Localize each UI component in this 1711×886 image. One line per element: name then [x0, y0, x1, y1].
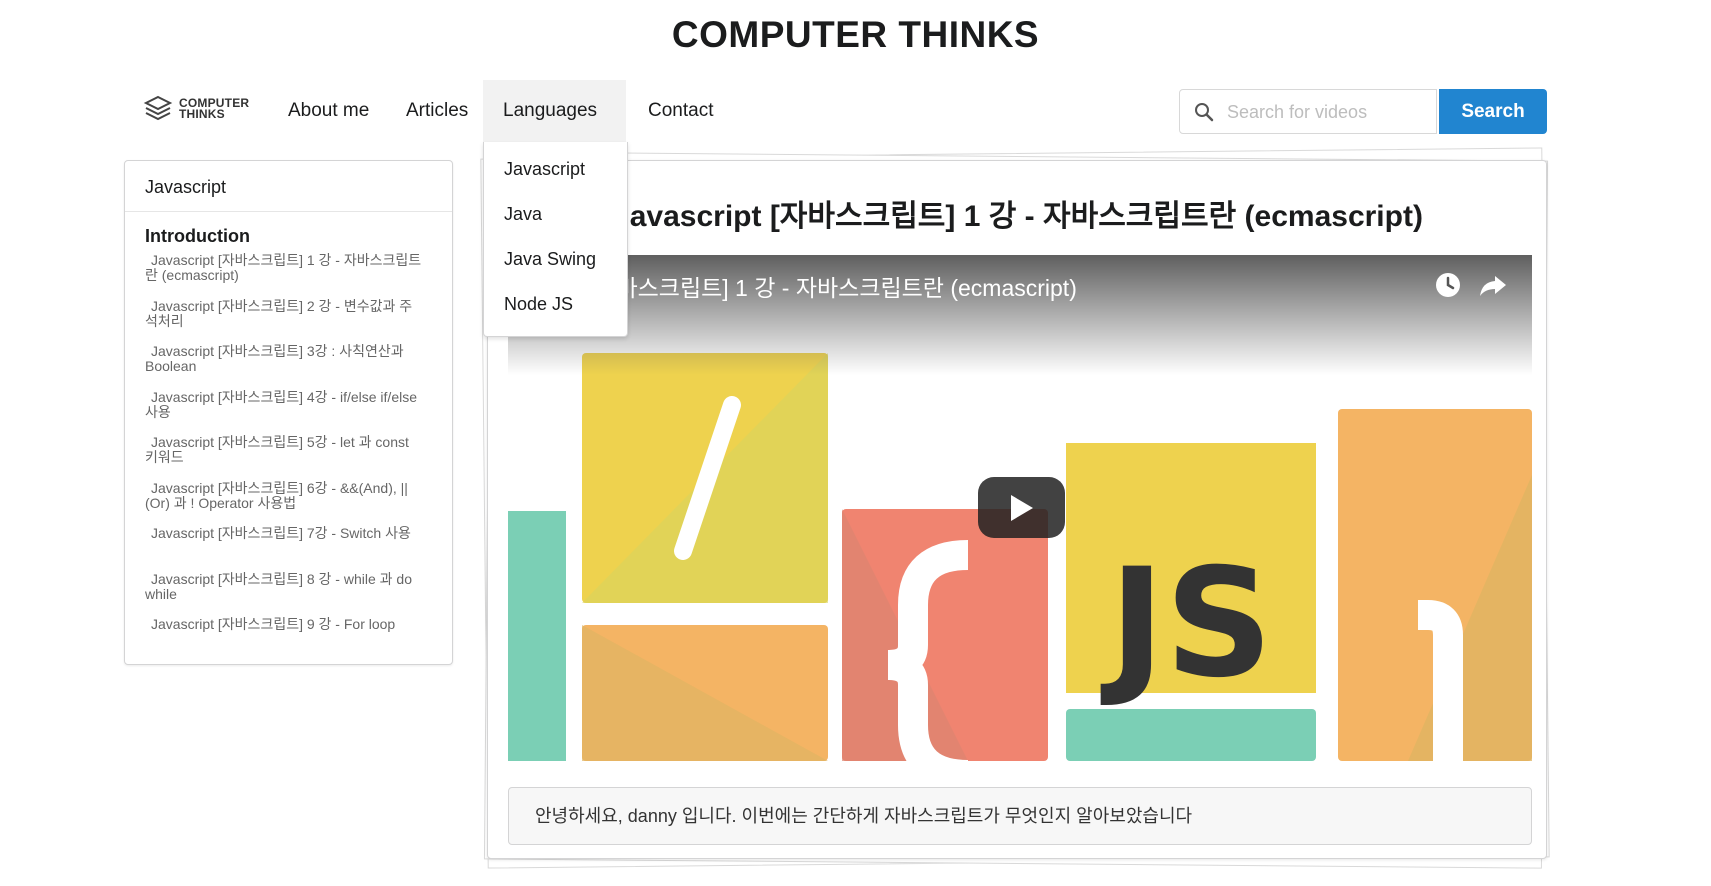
- video-player[interactable]: JS Javascript [자바스크립트] 1 강 - 자바스크립트란 (ec…: [508, 255, 1532, 761]
- post-description: 안녕하세요, danny 입니다. 이번에는 간단하게 자바스크립트가 무엇인지…: [508, 787, 1532, 845]
- logo-line2: THINKS: [179, 107, 225, 121]
- course-sidebar: Javascript Introduction Javascript [자바스크…: [124, 160, 453, 665]
- share-icon[interactable]: [1478, 271, 1508, 299]
- lesson-link-5[interactable]: Javascript [자바스크립트] 5강 - let 과 const 키워드: [145, 435, 422, 481]
- js-logo-text: JS: [1100, 537, 1273, 711]
- dropdown-item-javascript[interactable]: Javascript: [484, 150, 627, 195]
- search-button[interactable]: Search: [1439, 89, 1547, 134]
- logo-icon: [143, 95, 173, 121]
- lesson-link-7[interactable]: Javascript [자바스크립트] 7강 - Switch 사용: [145, 526, 422, 572]
- nav-languages-label: Languages: [503, 100, 598, 121]
- nav-languages[interactable]: Languages: [483, 80, 626, 174]
- play-button[interactable]: [978, 477, 1065, 538]
- lesson-link-4[interactable]: Javascript [자바스크립트] 4강 - if/else if/else…: [145, 390, 422, 436]
- lesson-link-8[interactable]: Javascript [자바스크립트] 8 강 - while 과 do whi…: [145, 572, 422, 618]
- lesson-link-6[interactable]: Javascript [자바스크립트] 6강 - &&(And), || (Or…: [145, 481, 422, 527]
- lesson-link-1[interactable]: Javascript [자바스크립트] 1 강 - 자바스크립트란 (ecmas…: [145, 253, 422, 299]
- dropdown-item-node-js[interactable]: Node JS: [484, 285, 627, 330]
- lesson-link-2[interactable]: Javascript [자바스크립트] 2 강 - 변수값과 주석처리: [145, 299, 422, 345]
- lesson-link-9[interactable]: Javascript [자바스크립트] 9 강 - For loop: [145, 617, 422, 663]
- nav-articles[interactable]: Articles: [386, 80, 488, 142]
- dropdown-item-java[interactable]: Java: [484, 195, 627, 240]
- languages-dropdown-menu: Javascript Java Java Swing Node JS: [483, 142, 628, 337]
- post-card: Javascript [자바스크립트] 1 강 - 자바스크립트란 (ecmas…: [487, 160, 1547, 859]
- sidebar-header: Javascript: [125, 161, 452, 212]
- post-title: Javascript [자바스크립트] 1 강 - 자바스크립트란 (ecmas…: [613, 200, 1423, 233]
- search-icon: [1195, 103, 1214, 122]
- nav-about-me[interactable]: About me: [268, 80, 389, 142]
- search-input[interactable]: [1225, 90, 1434, 135]
- site-logo[interactable]: COMPUTER THINKS: [143, 95, 249, 123]
- sidebar-section-title: Introduction: [145, 226, 250, 246]
- watch-later-icon[interactable]: [1434, 271, 1462, 299]
- nav-contact[interactable]: Contact: [628, 80, 733, 142]
- lesson-link-3[interactable]: Javascript [자바스크립트] 3강 : 사칙연산과 Boolean: [145, 344, 422, 390]
- search-box: [1179, 89, 1437, 135]
- dropdown-item-java-swing[interactable]: Java Swing: [484, 240, 627, 285]
- site-title: COMPUTER THINKS: [671, 14, 1040, 55]
